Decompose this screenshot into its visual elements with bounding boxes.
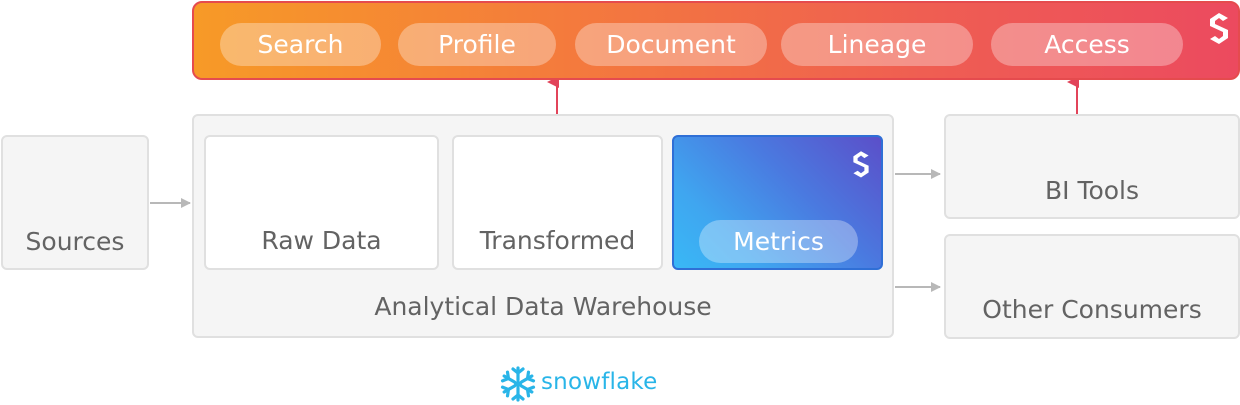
snowflake-icon <box>500 366 536 402</box>
raw-data-box: Raw Data <box>204 135 439 270</box>
snowflake-wordmark: snowflake <box>541 369 658 395</box>
warehouse-label: Analytical Data Warehouse <box>374 292 712 321</box>
brand-logo-icon <box>1210 13 1228 44</box>
raw-data-label: Raw Data <box>261 226 382 255</box>
capabilities-bar: Search Profile Document Lineage Access <box>192 1 1240 80</box>
metrics-pill[interactable]: Metrics <box>699 220 858 263</box>
bi-tools-box: BI Tools <box>944 114 1240 219</box>
metrics-box: Metrics <box>672 135 883 270</box>
profile-pill[interactable]: Profile <box>398 23 556 66</box>
transformed-label: Transformed <box>479 226 636 255</box>
sources-box: Sources <box>1 135 149 270</box>
other-consumers-label: Other Consumers <box>982 295 1202 324</box>
other-consumers-box: Other Consumers <box>944 234 1240 339</box>
access-pill[interactable]: Access <box>991 23 1183 66</box>
brand-logo-icon <box>853 151 869 178</box>
search-pill[interactable]: Search <box>220 23 381 66</box>
bi-tools-label: BI Tools <box>1044 176 1140 205</box>
transformed-box: Transformed <box>452 135 663 270</box>
sources-label: Sources <box>25 227 125 256</box>
lineage-pill[interactable]: Lineage <box>781 23 973 66</box>
document-pill[interactable]: Document <box>575 23 767 66</box>
